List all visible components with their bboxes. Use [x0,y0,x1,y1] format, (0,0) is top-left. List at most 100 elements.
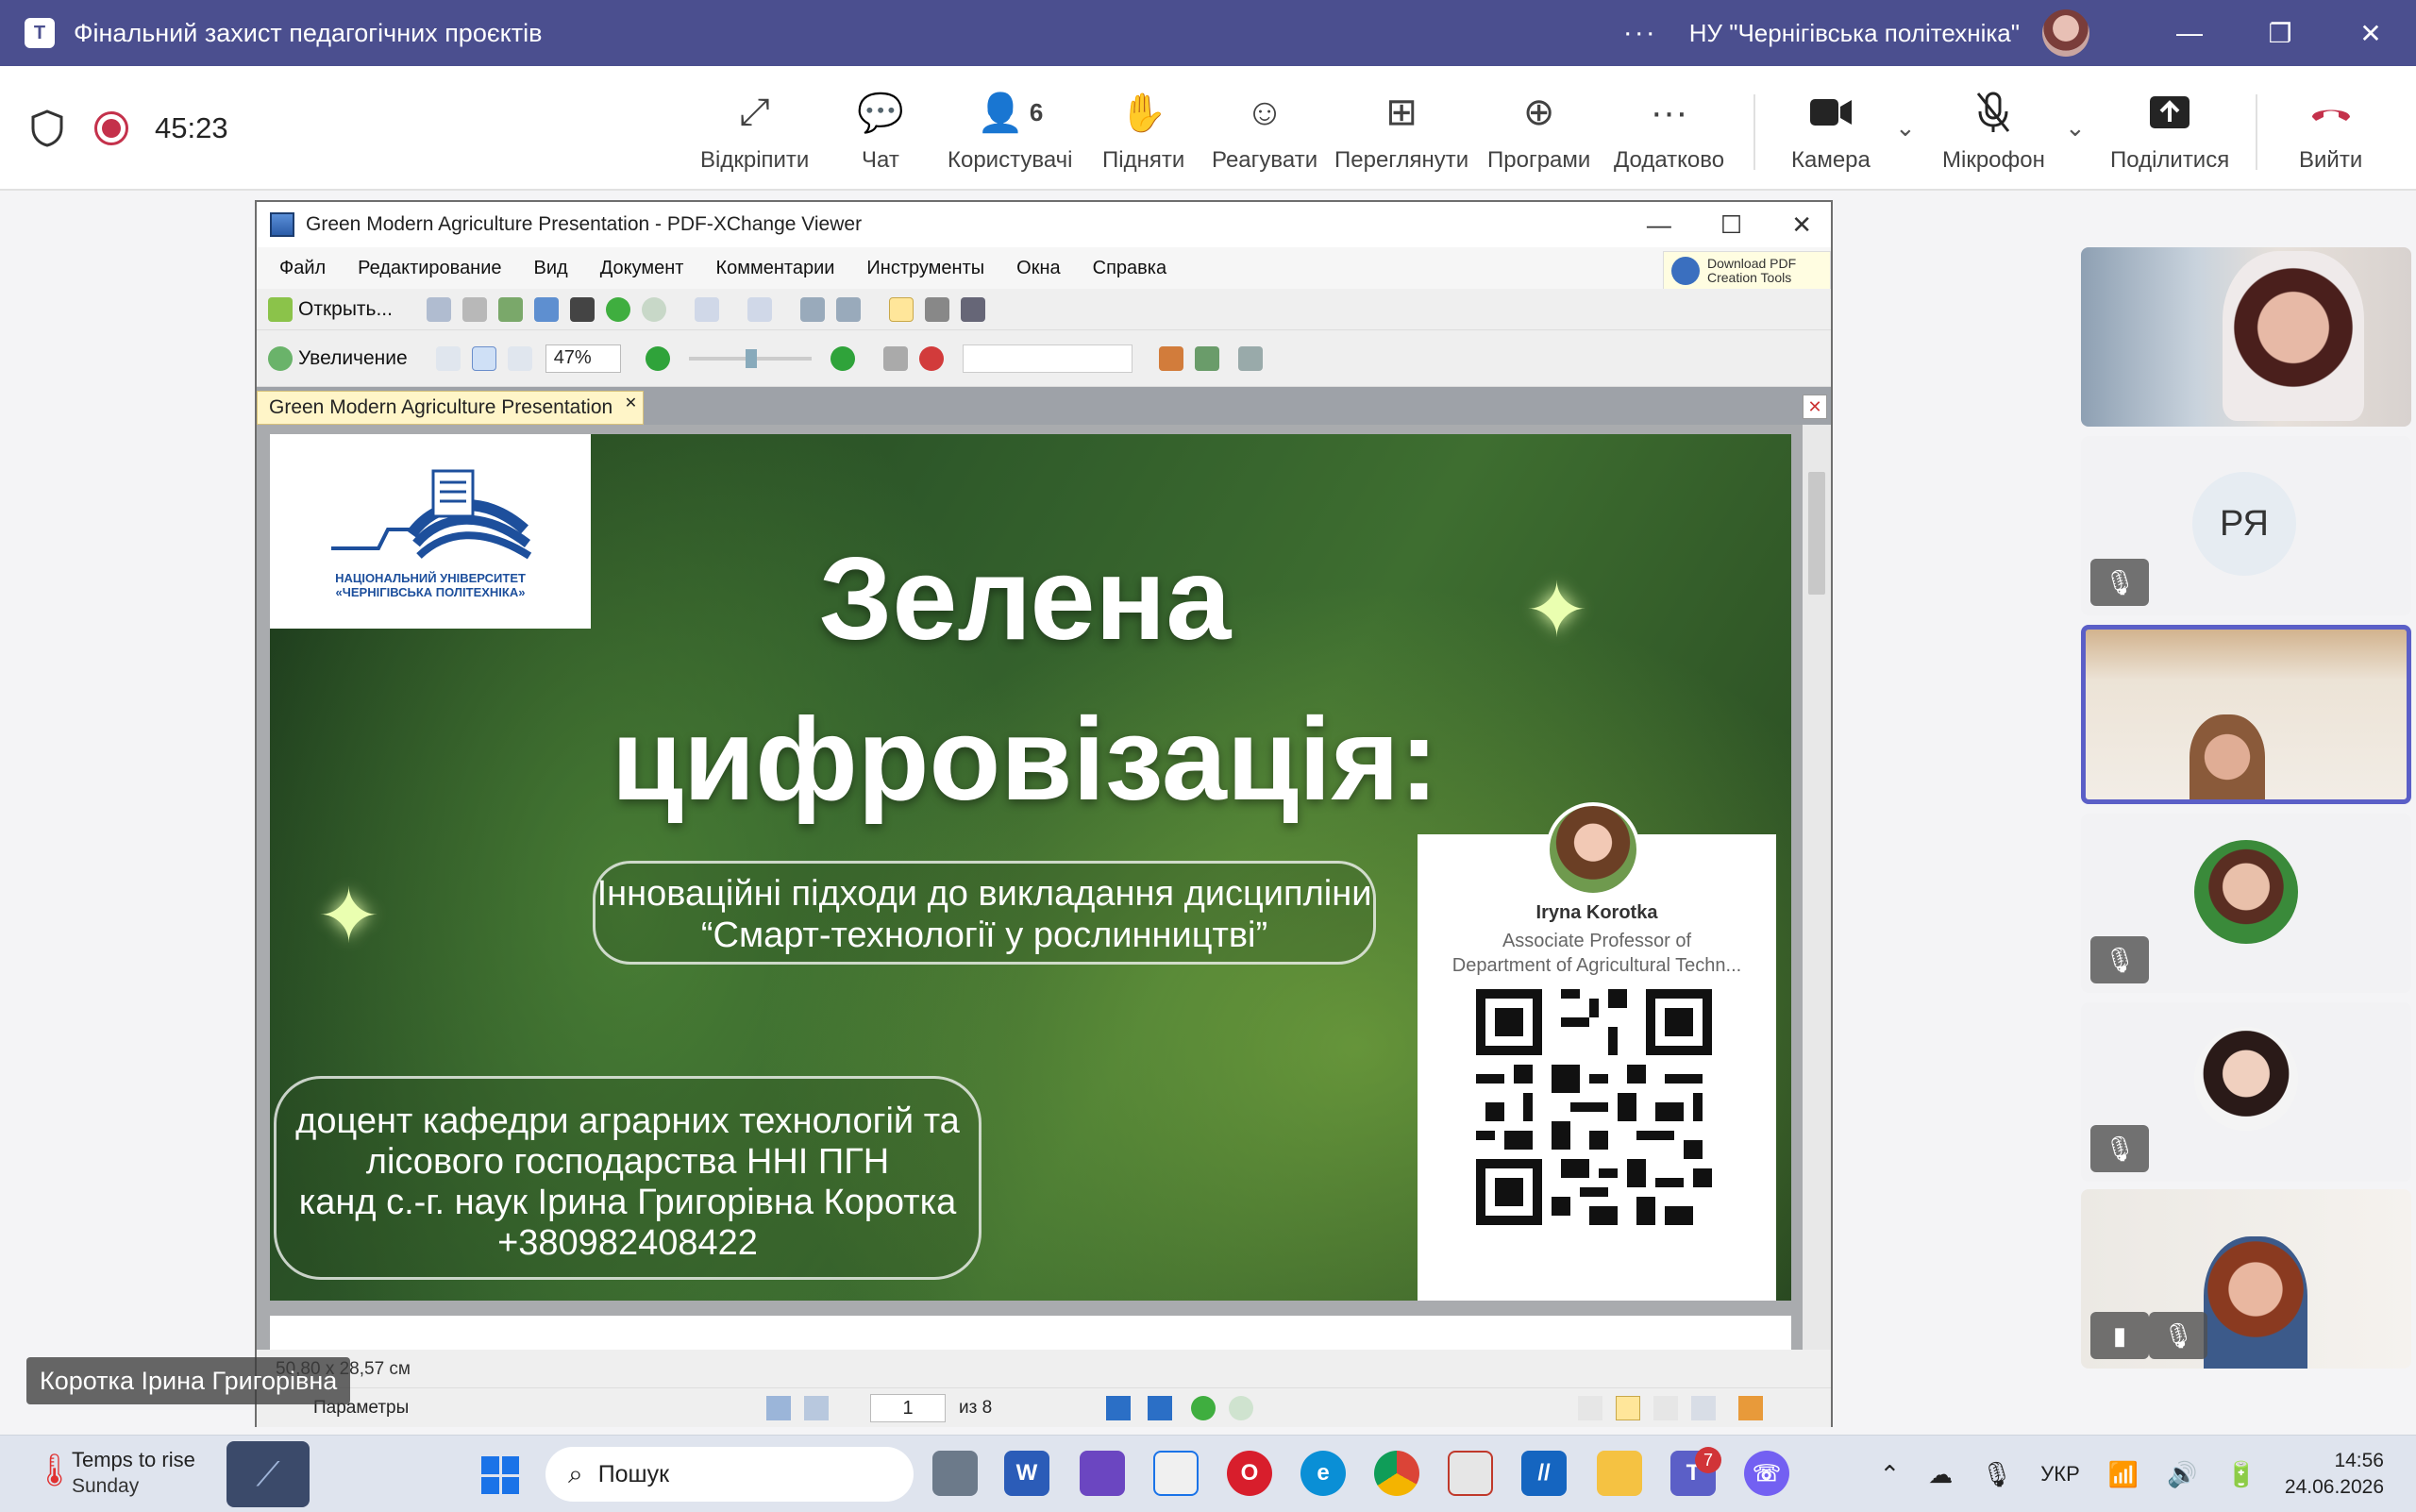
last-page-icon[interactable] [1148,1396,1172,1420]
tools-icon[interactable] [1738,1396,1763,1420]
select-text-icon[interactable] [960,296,985,322]
spellcheck-icon[interactable] [918,345,944,371]
document-tab[interactable]: Green Modern Agriculture Presentation ✕ [257,391,645,425]
page-number-input[interactable]: 1 [870,1394,946,1422]
word-icon[interactable]: W [1004,1451,1049,1496]
download-pdf-tools-button[interactable]: Download PDF Creation Tools [1663,251,1831,291]
menu-tools[interactable]: Инструменты [866,258,984,279]
wifi-icon[interactable]: 📶 [2108,1460,2139,1489]
find-previous-icon[interactable] [1158,345,1183,371]
snipping-tool-icon[interactable] [1448,1451,1493,1496]
previous-page-icon[interactable] [804,1396,829,1420]
open-button-label[interactable]: Открыть... [298,298,393,321]
microsoft365-icon[interactable] [1080,1451,1125,1496]
menu-comments[interactable]: Комментарии [715,258,834,279]
menu-document[interactable]: Документ [600,258,684,279]
windows-start-icon[interactable] [481,1456,519,1494]
apps-button[interactable]: ⊕ Програми [1487,85,1590,174]
undo-icon[interactable] [694,296,719,322]
find-next-icon[interactable] [1194,345,1219,371]
nav-back-icon[interactable] [1191,1396,1216,1420]
first-page-icon[interactable] [766,1396,791,1420]
pdf-maximize-button[interactable]: ☐ [1720,210,1742,240]
menu-view[interactable]: Вид [534,258,568,279]
people-button[interactable]: 👤 6 Користувачі [948,85,1072,174]
unpin-button[interactable]: ⤢ Відкріпити [700,85,809,174]
chrome-icon[interactable] [1374,1451,1419,1496]
actual-size-icon[interactable] [435,345,461,371]
profile-avatar[interactable] [2042,9,2089,57]
zoom-icon[interactable] [268,345,293,371]
camera-button[interactable]: Камера [1791,85,1871,174]
language-indicator[interactable]: УКР [2040,1462,2079,1487]
microphone-button[interactable]: Мікрофон [1942,85,2045,174]
pdf-close-button[interactable]: ✕ [1791,210,1812,240]
participant-tile[interactable]: 🎙 [2081,814,2411,993]
hand-tool-icon[interactable] [888,296,914,322]
fit-width-icon[interactable] [507,345,532,371]
settings-icon[interactable] [1237,345,1263,371]
email-icon[interactable] [497,296,523,322]
more-options-button[interactable]: ··· [1623,17,1657,49]
taskbar-clock[interactable]: 14:56 24.06.2026 [2285,1448,2384,1501]
menu-edit[interactable]: Редактирование [358,258,501,279]
chat-button[interactable]: 💬 Чат [857,85,904,174]
raise-hand-button[interactable]: ✋ Підняти [1102,85,1184,174]
participant-tile[interactable]: ▮ 🎙 [2081,1189,2411,1369]
onedrive-cloud-icon[interactable]: ☁ [1928,1460,1953,1489]
minimize-button[interactable]: — [2144,0,2235,66]
taskbar-search[interactable]: ⌕ Пошук [545,1447,914,1502]
close-tab-icon[interactable]: ✕ [625,394,637,412]
opera-icon[interactable]: O [1227,1451,1272,1496]
rotate-icon[interactable] [799,296,825,322]
vertical-scrollbar[interactable] [1803,425,1831,1350]
store-icon[interactable] [1153,1451,1199,1496]
scrollbar-thumb[interactable] [1808,472,1825,595]
participant-tile-speaking[interactable] [2081,625,2411,804]
zoom-slider-thumb[interactable] [745,348,757,368]
nav-forward-icon[interactable] [1229,1396,1253,1420]
next-page-icon[interactable] [1106,1396,1131,1420]
open-folder-icon[interactable] [268,296,293,322]
zoom-level-input[interactable]: 47% [545,344,621,373]
rotate-right-icon[interactable] [835,296,861,322]
single-page-icon[interactable] [1578,1396,1602,1420]
share-button[interactable]: Поділитися [2110,85,2229,174]
edge-icon[interactable]: e [1300,1451,1346,1496]
split-icon[interactable] [1691,1396,1716,1420]
print-icon[interactable] [461,296,487,322]
pinned-app-icon[interactable]: ⟋ [226,1441,310,1507]
redo-icon[interactable] [747,296,772,322]
save-icon[interactable] [426,296,451,322]
facing-icon[interactable] [1653,1396,1678,1420]
organization-name[interactable]: НУ "Чернігівська політехніка" [1689,19,2020,48]
menu-file[interactable]: Файл [279,258,326,279]
leave-button[interactable]: Вийти [2299,85,2362,174]
show-hidden-icons-chevron-icon[interactable]: ⌃ [1879,1460,1900,1489]
more-button[interactable]: ··· Додатково [1614,85,1724,174]
close-button[interactable]: ✕ [2325,0,2416,66]
fit-page-icon[interactable] [471,345,496,371]
pdf-minimize-button[interactable]: — [1647,210,1671,240]
close-all-tabs-icon[interactable]: ✕ [1803,395,1827,419]
back-icon[interactable] [605,296,630,322]
viber-icon[interactable]: ☏ [1744,1451,1789,1496]
search-doc-icon[interactable] [533,296,559,322]
participant-tile[interactable]: РЯ 🎙 [2081,436,2411,615]
find-input[interactable] [962,344,1132,373]
view-button[interactable]: ⊞ Переглянути [1334,85,1468,174]
shield-icon[interactable] [30,109,64,147]
forward-icon[interactable] [641,296,666,322]
mic-muted-tray-icon[interactable]: 🎙 [1981,1460,2012,1489]
zoom-button-label[interactable]: Увеличение [298,347,408,370]
file-explorer-icon[interactable] [1597,1451,1642,1496]
participant-tile[interactable]: 🎙 [2081,1002,2411,1182]
restore-button[interactable]: ❐ [2235,0,2325,66]
app-icon[interactable]: // [1521,1451,1567,1496]
task-view-icon[interactable] [932,1451,978,1496]
menu-windows[interactable]: Окна [1016,258,1060,279]
zoom-out-icon[interactable] [645,345,670,371]
ocr-icon[interactable] [569,296,595,322]
react-button[interactable]: ☺ Реагувати [1212,85,1317,174]
battery-icon[interactable]: 🔋 [2226,1460,2257,1489]
